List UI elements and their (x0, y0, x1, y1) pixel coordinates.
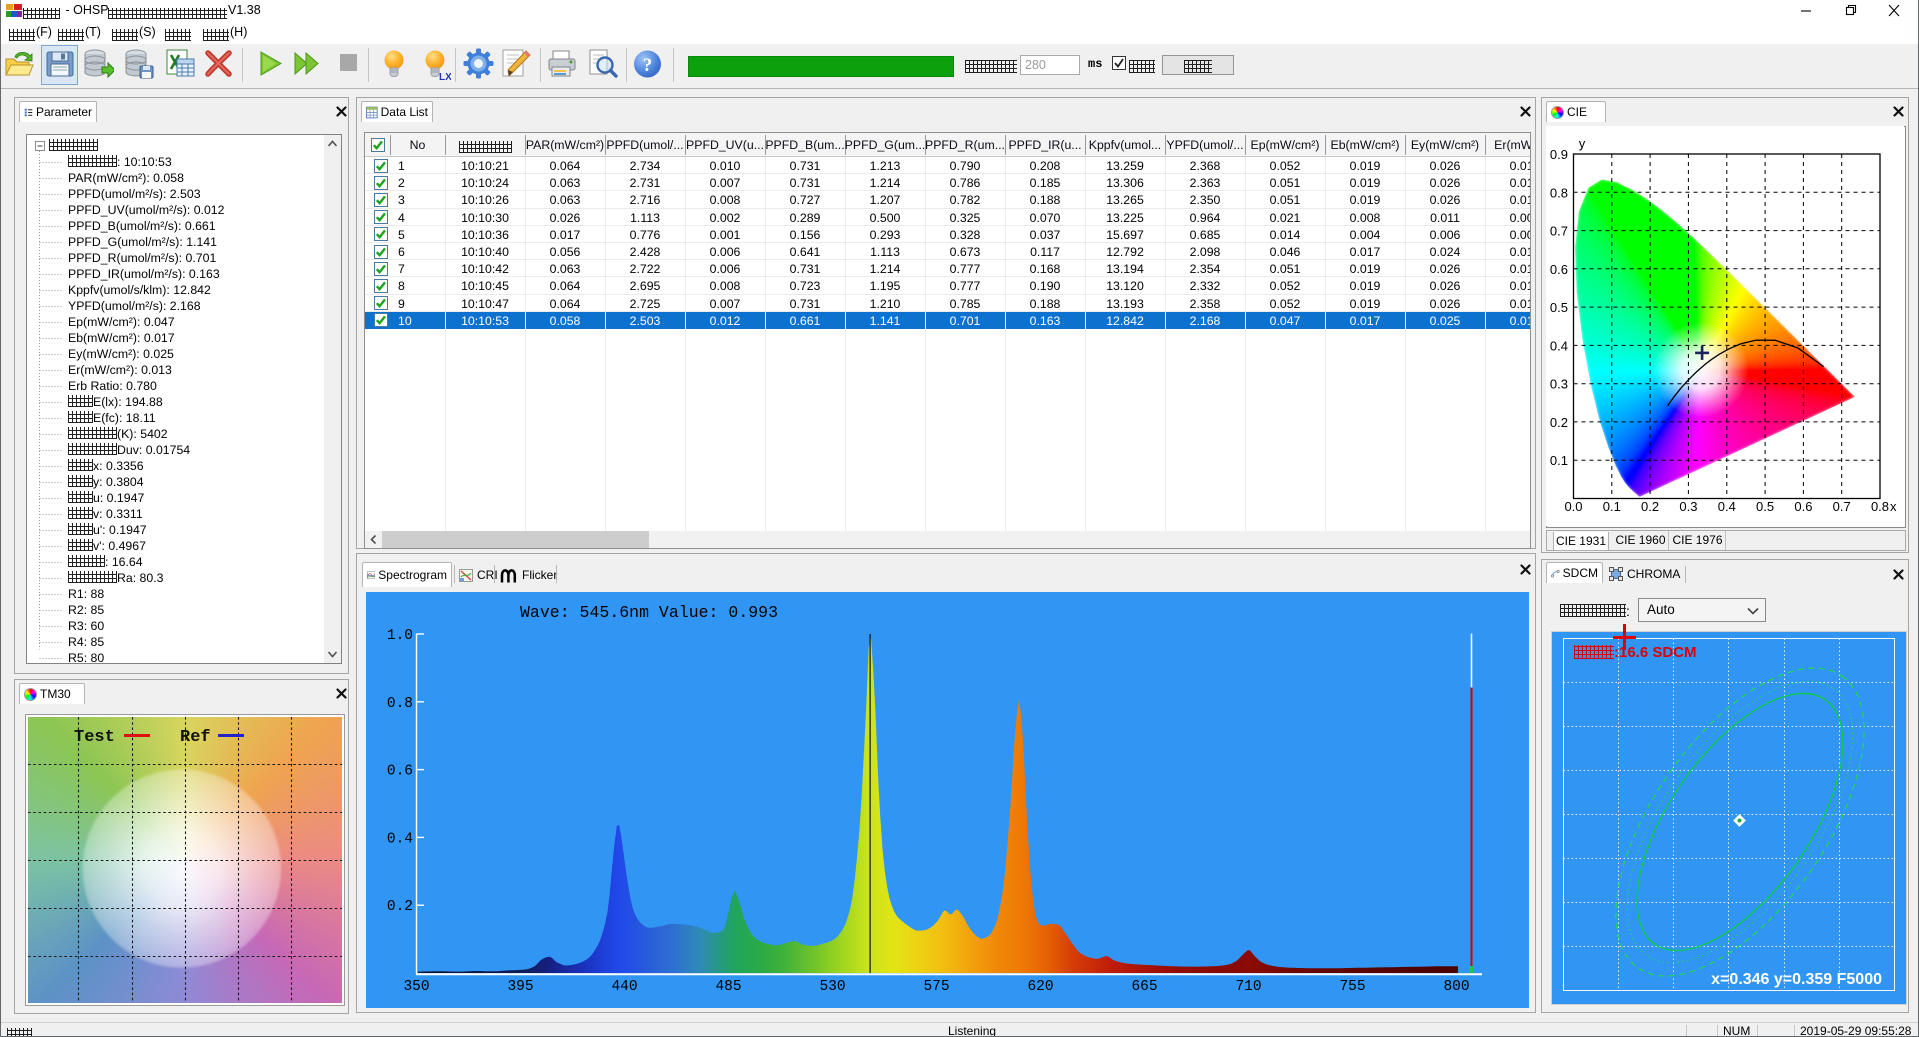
svg-text:LX: LX (439, 72, 451, 81)
svg-text:Ref: Ref (180, 728, 211, 747)
svg-text:0.0: 0.0 (1564, 499, 1582, 514)
svg-text:Wave: 545.6nm Value: 0.993: Wave: 545.6nm Value: 0.993 (520, 603, 778, 622)
svg-text:0.1: 0.1 (1603, 499, 1621, 514)
svg-text:0.7: 0.7 (1833, 499, 1851, 514)
svg-text:y: y (1579, 136, 1586, 151)
svg-text:395: 395 (507, 979, 533, 995)
svg-text:665: 665 (1131, 979, 1157, 995)
svg-text:0.4: 0.4 (1550, 338, 1568, 353)
svg-text:800: 800 (1443, 979, 1469, 995)
svg-text:0.2: 0.2 (1641, 499, 1659, 514)
svg-text:Test: Test (74, 728, 115, 747)
svg-text:0.8: 0.8 (1550, 185, 1568, 200)
svg-text:710: 710 (1235, 979, 1261, 995)
svg-text:440: 440 (611, 979, 637, 995)
svg-text:0.4: 0.4 (1718, 499, 1736, 514)
svg-text:0.3: 0.3 (1679, 499, 1697, 514)
svg-text:0.6: 0.6 (1794, 499, 1812, 514)
svg-text:0.5: 0.5 (1756, 499, 1774, 514)
svg-text:0.2: 0.2 (1550, 415, 1568, 430)
svg-text:0.2: 0.2 (387, 899, 413, 915)
svg-text:0.8: 0.8 (1871, 499, 1889, 514)
svg-text:0.5: 0.5 (1550, 300, 1568, 315)
svg-text:?: ? (643, 55, 653, 76)
svg-text:0.9: 0.9 (1550, 147, 1568, 162)
svg-text:0.8: 0.8 (387, 696, 413, 712)
svg-text:1.0: 1.0 (387, 628, 413, 644)
svg-text:0.6: 0.6 (1550, 262, 1568, 277)
svg-text:0.1: 0.1 (1550, 453, 1568, 468)
svg-text:x=0.346 y=0.359 F5000: x=0.346 y=0.359 F5000 (1711, 971, 1882, 988)
svg-text:x: x (1890, 499, 1897, 514)
svg-text:0.7: 0.7 (1550, 224, 1568, 239)
svg-text:575: 575 (923, 979, 949, 995)
svg-text:620: 620 (1027, 979, 1053, 995)
svg-text:485: 485 (715, 979, 741, 995)
svg-text:350: 350 (403, 979, 429, 995)
svg-text:0.6: 0.6 (387, 764, 413, 780)
svg-text:755: 755 (1339, 979, 1365, 995)
svg-text:0.3: 0.3 (1550, 377, 1568, 392)
svg-text:0.4: 0.4 (387, 831, 413, 847)
svg-text:530: 530 (819, 979, 845, 995)
